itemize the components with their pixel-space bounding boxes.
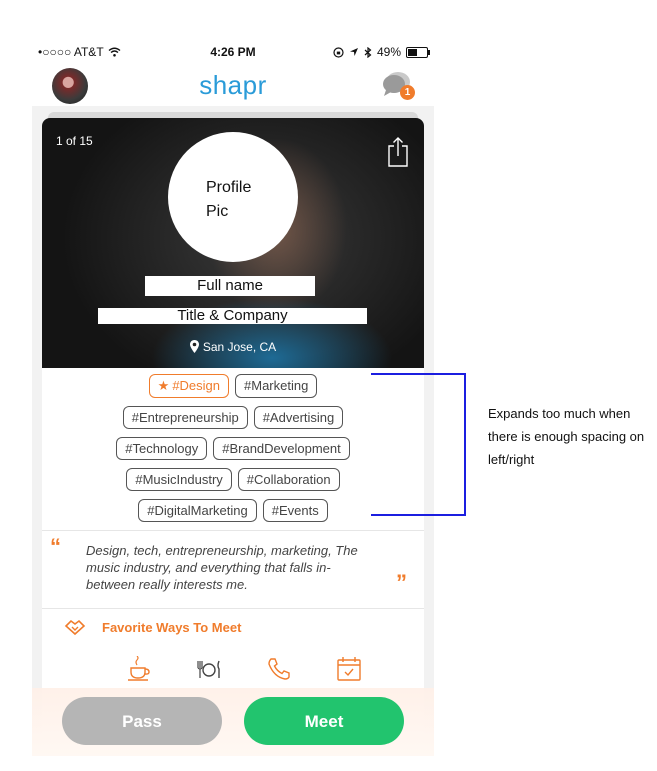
- divider: [42, 530, 424, 531]
- annotation-note: Expands too much when there is enough sp…: [488, 406, 645, 467]
- calendar-icon: [337, 657, 361, 681]
- tag-row: #Entrepreneurship #Advertising: [42, 406, 424, 429]
- interest-tags: ★ #Design #Marketing #Entrepreneurship #A…: [42, 374, 424, 530]
- star-icon: ★: [157, 378, 170, 393]
- profile-pic-placeholder: Profile Pic: [168, 132, 298, 262]
- bluetooth-icon: [364, 46, 372, 58]
- tag-design[interactable]: ★ #Design: [148, 374, 230, 398]
- location-arrow-icon: [349, 48, 358, 56]
- status-bar: •○○○○ AT&T 4:26 PM 49%: [32, 36, 434, 68]
- tag-row: #MusicIndustry #Collaboration: [42, 468, 424, 491]
- title-company: Title & Company: [98, 308, 367, 324]
- app-logo: shapr: [199, 70, 267, 100]
- profile-pic-label: Profile Pic: [206, 179, 252, 220]
- full-name: Full name: [145, 276, 315, 296]
- tag-technology[interactable]: #Technology: [116, 437, 208, 460]
- meal-icon: [197, 660, 220, 678]
- tag-collaboration[interactable]: #Collaboration: [237, 468, 340, 491]
- ways-to-meet-icons: [126, 656, 362, 682]
- chat-badge: 1: [400, 85, 415, 100]
- tag-music-industry[interactable]: #MusicIndustry: [126, 468, 232, 491]
- battery-icon: [406, 46, 430, 58]
- tag-row: #DigitalMarketing #Events: [42, 499, 424, 522]
- tag-marketing[interactable]: #Marketing: [235, 374, 318, 398]
- tag-label: #Design: [172, 378, 221, 393]
- location-pin-icon: [189, 340, 199, 353]
- tag-events[interactable]: #Events: [262, 499, 328, 522]
- quote-open-icon: “: [50, 534, 61, 559]
- profile-hero: 1 of 15 Profile Pic Full name Title & Co…: [42, 118, 424, 368]
- nav-bar: shapr 1: [32, 68, 434, 106]
- location-label: San Jose, CA: [202, 340, 277, 354]
- profile-card[interactable]: 1 of 15 Profile Pic Full name Title & Co…: [42, 118, 424, 756]
- tag-row: ★ #Design #Marketing: [42, 374, 424, 398]
- meet-button[interactable]: Meet: [244, 697, 404, 745]
- share-icon[interactable]: [386, 136, 410, 168]
- tag-digital-marketing[interactable]: #DigitalMarketing: [138, 499, 257, 522]
- card-counter: 1 of 15: [56, 134, 93, 148]
- tag-row: #Technology #BrandDevelopment: [42, 437, 424, 460]
- annotation-bracket: [371, 373, 466, 516]
- bio-quote: Design, tech, entrepreneurship, marketin…: [86, 543, 358, 592]
- handshake-icon: [64, 619, 86, 636]
- tag-advertising[interactable]: #Advertising: [253, 406, 344, 429]
- coffee-icon: [128, 656, 150, 681]
- tag-brand-development[interactable]: #BrandDevelopment: [213, 437, 350, 460]
- phone-icon: [268, 658, 290, 680]
- status-indicators: 49%: [333, 45, 430, 59]
- ways-to-meet-header: Favorite Ways To Meet: [64, 618, 241, 636]
- rotation-lock-icon: [333, 46, 344, 58]
- pass-button[interactable]: Pass: [62, 697, 222, 745]
- battery-percent: 49%: [376, 45, 401, 59]
- quote-close-icon: ”: [396, 570, 407, 595]
- tag-entrepreneurship[interactable]: #Entrepreneurship: [122, 406, 248, 429]
- action-bar: Pass Meet: [32, 688, 434, 756]
- divider: [42, 608, 424, 609]
- ways-to-meet-title: Favorite Ways To Meet: [102, 619, 242, 635]
- location: San Jose, CA: [42, 340, 424, 354]
